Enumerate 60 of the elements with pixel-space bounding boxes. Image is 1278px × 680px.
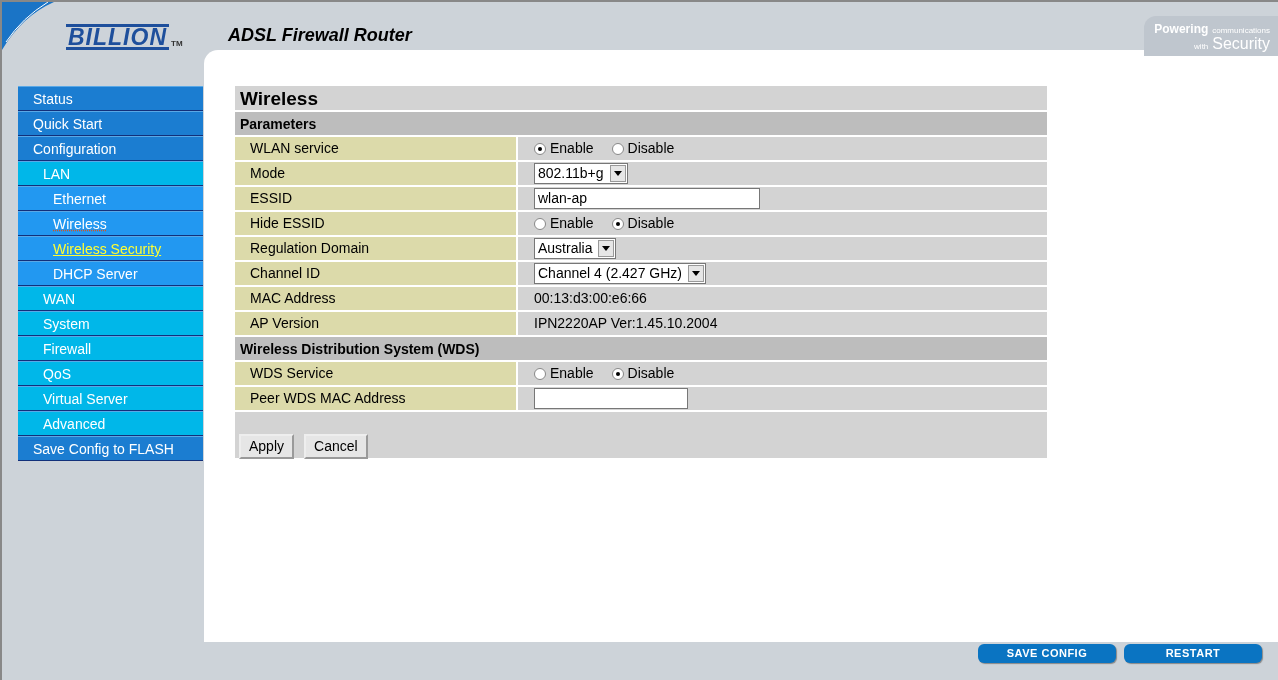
nav-link[interactable]: Save Config to FLASH: [18, 436, 203, 461]
input-field[interactable]: [534, 388, 688, 409]
field-label: WDS Service: [235, 362, 518, 385]
nav-link[interactable]: System: [18, 311, 203, 336]
radio-button[interactable]: [611, 142, 624, 155]
nav-link[interactable]: LAN: [18, 161, 203, 186]
nav-link[interactable]: QoS: [18, 361, 203, 386]
nav-link[interactable]: WAN: [18, 286, 203, 311]
nav-link[interactable]: Advanced: [18, 411, 203, 436]
field-label: Regulation Domain: [235, 237, 518, 260]
brand-logo: BILLION: [66, 24, 169, 50]
input-field[interactable]: wlan-ap: [534, 188, 760, 209]
radio-button[interactable]: [534, 142, 546, 155]
form-button[interactable]: Apply: [239, 434, 295, 459]
nav-link[interactable]: Status: [18, 86, 203, 111]
section-heading: Parameters: [235, 110, 1047, 135]
field-label: Peer WDS MAC Address: [235, 387, 518, 410]
dropdown-field[interactable]: Channel 4 (2.427 GHz): [534, 263, 706, 284]
tagline-text: with: [1194, 42, 1209, 51]
radio-button[interactable]: [611, 367, 624, 380]
form-title: Wireless: [239, 87, 319, 110]
nav-link[interactable]: Wireless Security: [18, 236, 203, 261]
nav-link[interactable]: Configuration: [18, 136, 203, 161]
product-title: ADSL Firewall Router: [228, 24, 412, 47]
field-label: WLAN service: [235, 137, 518, 160]
radio-label: Enable: [550, 214, 594, 233]
radio-label: Enable: [550, 364, 594, 383]
radio-label: Enable: [550, 139, 594, 158]
nav-link[interactable]: Virtual Server: [18, 386, 203, 411]
field-value: 00:13:d3:00:e6:66: [534, 289, 647, 308]
radio-label: Disable: [627, 364, 675, 383]
field-label: MAC Address: [235, 287, 518, 310]
radio-label: Disable: [627, 139, 675, 158]
section-heading: Wireless Distribution System (WDS): [235, 335, 1047, 360]
field-label: AP Version: [235, 312, 518, 335]
tagline-text: Security: [1212, 35, 1270, 52]
nav-link[interactable]: Firewall: [18, 336, 203, 361]
field-value: IPN2220AP Ver:1.45.10.2004: [534, 314, 718, 333]
dropdown-field[interactable]: 802.11b+g: [534, 163, 628, 184]
tagline-text: Powering: [1154, 22, 1209, 36]
field-label: Mode: [235, 162, 518, 185]
caret-icon: [609, 165, 626, 182]
radio-button[interactable]: [611, 217, 624, 230]
nav-link[interactable]: Wireless: [18, 211, 203, 236]
footer-button[interactable]: SAVE CONFIG: [978, 644, 1116, 663]
radio-button[interactable]: [534, 217, 546, 230]
caret-icon: [598, 240, 615, 257]
nav-link[interactable]: Ethernet: [18, 186, 203, 211]
radio-label: Disable: [627, 214, 675, 233]
nav-link[interactable]: DHCP Server: [18, 261, 203, 286]
nav-link[interactable]: Quick Start: [18, 111, 203, 136]
field-label: Hide ESSID: [235, 212, 518, 235]
radio-button[interactable]: [534, 367, 546, 380]
trademark-label: TM: [171, 38, 183, 50]
footer-button[interactable]: RESTART: [1124, 644, 1262, 663]
form-button[interactable]: Cancel: [304, 434, 368, 459]
field-label: Channel ID: [235, 262, 518, 285]
caret-icon: [687, 265, 704, 282]
dropdown-field[interactable]: Australia: [534, 238, 617, 259]
field-label: ESSID: [235, 187, 518, 210]
